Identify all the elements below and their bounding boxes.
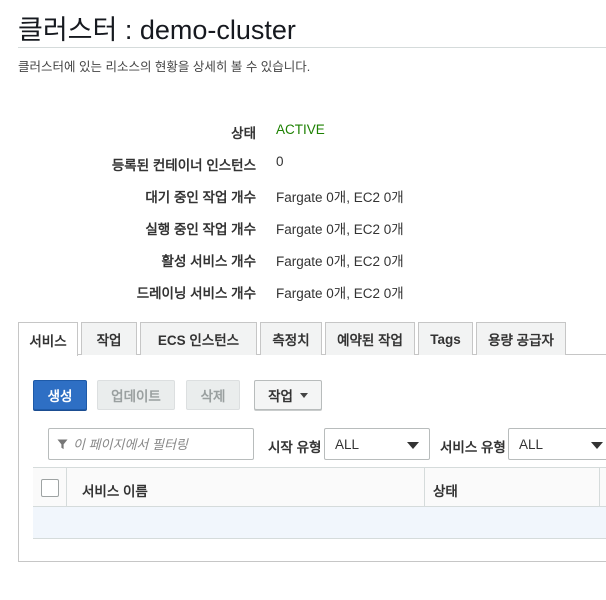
tab-label: 측정치 — [272, 333, 310, 348]
filter-box — [48, 428, 254, 460]
service-type-label: 서비스 유형 — [440, 440, 506, 455]
detail-row-pending-tasks: 대기 중인 작업 개수 Fargate 0개, EC2 0개 — [0, 182, 606, 206]
detail-label: 실행 중인 작업 개수 — [145, 222, 256, 237]
service-type-value: ALL — [519, 437, 544, 452]
column-header-service-name[interactable]: 서비스 이름 — [82, 480, 148, 500]
tab-services[interactable]: 서비스 — [18, 322, 78, 356]
caret-down-icon — [299, 392, 308, 398]
tab-label: 예약된 작업 — [337, 333, 403, 348]
detail-value: Fargate 0개, EC2 0개 — [276, 222, 404, 237]
tab-tags[interactable]: Tags — [418, 322, 473, 355]
delete-button[interactable]: 삭제 — [186, 380, 240, 410]
column-divider — [66, 468, 67, 507]
chevron-down-icon — [591, 442, 603, 449]
ecs-cluster-page: 클러스터 : demo-cluster 클러스터에 있는 리소스의 현황을 상세… — [0, 0, 606, 600]
detail-row-draining-services: 드레이닝 서비스 개수 Fargate 0개, EC2 0개 — [0, 278, 606, 302]
actions-label: 작업 — [268, 389, 293, 404]
detail-row-status: 상태 ACTIVE — [0, 118, 606, 142]
detail-row-running-tasks: 실행 중인 작업 개수 Fargate 0개, EC2 0개 — [0, 214, 606, 238]
create-button[interactable]: 생성 — [33, 380, 87, 410]
filter-icon — [57, 439, 68, 450]
tab-scheduled-tasks[interactable]: 예약된 작업 — [325, 322, 415, 355]
launch-type-value: ALL — [335, 437, 360, 452]
detail-label: 등록된 컨테이너 인스턴스 — [111, 158, 256, 173]
status-value: ACTIVE — [276, 122, 325, 137]
select-all-checkbox[interactable] — [41, 479, 59, 497]
detail-value: Fargate 0개, EC2 0개 — [276, 254, 404, 269]
tab-label: 서비스 — [29, 333, 67, 349]
tab-ecs-instances[interactable]: ECS 인스턴스 — [140, 322, 257, 355]
detail-value: Fargate 0개, EC2 0개 — [276, 286, 404, 301]
services-table-header: 서비스 이름 상태 — [33, 467, 606, 507]
actions-dropdown-button[interactable]: 작업 — [254, 380, 322, 410]
detail-value: 0 — [276, 154, 284, 169]
tab-capacity-providers[interactable]: 용량 공급자 — [476, 322, 566, 355]
detail-label: 활성 서비스 개수 — [161, 254, 256, 269]
tab-label: ECS 인스턴스 — [157, 333, 240, 348]
tab-metrics[interactable]: 측정치 — [260, 322, 322, 355]
detail-label: 상태 — [231, 126, 256, 141]
page-title: 클러스터 : demo-cluster — [18, 15, 296, 45]
page-subtitle: 클러스터에 있는 리소스의 현황을 상세히 볼 수 있습니다. — [18, 60, 311, 74]
title-divider — [18, 47, 606, 48]
detail-row-active-services: 활성 서비스 개수 Fargate 0개, EC2 0개 — [0, 246, 606, 270]
detail-label: 드레이닝 서비스 개수 — [136, 286, 256, 301]
column-divider — [424, 468, 425, 507]
column-divider — [599, 468, 600, 507]
tab-label: 작업 — [96, 333, 122, 348]
update-button[interactable]: 업데이트 — [97, 380, 175, 410]
tab-tasks[interactable]: 작업 — [81, 322, 137, 355]
launch-type-label: 시작 유형 — [268, 440, 322, 455]
detail-row-registered-instances: 등록된 컨테이너 인스턴스 0 — [0, 150, 606, 174]
chevron-down-icon — [407, 442, 419, 449]
filter-input[interactable] — [71, 430, 249, 458]
tab-label: 용량 공급자 — [488, 333, 554, 348]
tab-label: Tags — [430, 331, 461, 347]
service-type-select[interactable]: ALL — [508, 428, 606, 460]
column-header-status[interactable]: 상태 — [433, 480, 458, 500]
table-row — [33, 507, 606, 539]
detail-value: Fargate 0개, EC2 0개 — [276, 190, 404, 205]
detail-label: 대기 중인 작업 개수 — [145, 190, 256, 205]
launch-type-select[interactable]: ALL — [324, 428, 430, 460]
